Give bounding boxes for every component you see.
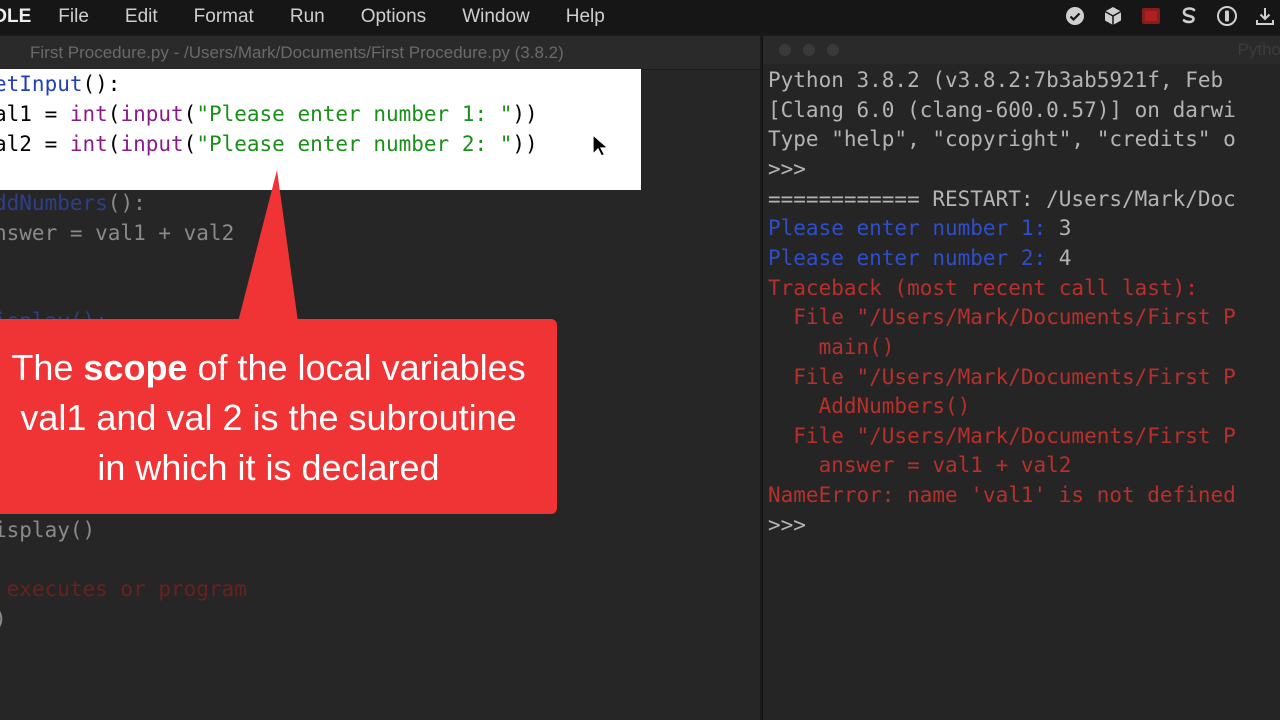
menu-help[interactable]: Help bbox=[566, 6, 605, 28]
menu-run[interactable]: Run bbox=[290, 6, 325, 28]
close-window-button[interactable] bbox=[779, 44, 791, 56]
val1-int: int bbox=[69, 102, 108, 126]
menu-options[interactable]: Options bbox=[361, 6, 426, 28]
addnumbers-paren: (): bbox=[107, 191, 146, 215]
val1-prompt-string: "Please enter number 1: " bbox=[196, 102, 513, 126]
status-icons bbox=[1064, 5, 1276, 27]
shell-line-text: answer = val1 + val2 bbox=[768, 453, 1072, 477]
callout-line-1: The scope of the local variables bbox=[0, 343, 557, 393]
record-icon[interactable] bbox=[1140, 5, 1162, 27]
shell-line-text: File "/Users/Mark/Documents/First P bbox=[768, 305, 1236, 329]
menu-edit[interactable]: Edit bbox=[125, 6, 158, 28]
code-line-comment: executes or program bbox=[0, 577, 247, 601]
shell-titlebar[interactable]: Pytho bbox=[763, 36, 1280, 64]
shell-line: ============ RESTART: /Users/Mark/Doc bbox=[768, 184, 1236, 214]
scope-callout: The scope of the local variables val1 an… bbox=[0, 319, 557, 514]
menu-format[interactable]: Format bbox=[194, 6, 254, 28]
shell-line: File "/Users/Mark/Documents/First P bbox=[768, 302, 1236, 332]
addnumbers-def-name: ddNumbers bbox=[0, 191, 108, 215]
val2-paren2: ( bbox=[183, 132, 197, 156]
shell-line: File "/Users/Mark/Documents/First P bbox=[768, 421, 1236, 451]
val1-close: )) bbox=[512, 102, 538, 126]
code-line-trailing: ) bbox=[0, 604, 7, 634]
getinput-def-name: etInput bbox=[0, 72, 83, 96]
download-icon[interactable] bbox=[1254, 5, 1276, 27]
shell-line: Type "help", "copyright", "credits" o bbox=[768, 124, 1236, 154]
callout-line-1-pre: The bbox=[11, 347, 84, 388]
val2-int: int bbox=[69, 132, 108, 156]
val2-input: input bbox=[120, 132, 184, 156]
shell-line-text: NameError: name 'val1' is not defined bbox=[768, 483, 1236, 507]
menu-bar: IDLE File Edit Format Run Options Window… bbox=[0, 0, 1280, 33]
shell-line: answer = val1 + val2 bbox=[768, 450, 1072, 480]
callout-line-2: val1 and val 2 is the subroutine bbox=[20, 397, 517, 438]
code-line-getinput-def: etInput(): bbox=[0, 69, 120, 99]
shell-line-text: Please enter number 1: bbox=[768, 216, 1059, 240]
val1-paren1: ( bbox=[107, 102, 121, 126]
minimize-window-button[interactable] bbox=[803, 44, 815, 56]
shell-line: [Clang 6.0 (clang-600.0.57)] on darwi bbox=[768, 95, 1236, 125]
callout-keyword-scope: scope bbox=[83, 347, 188, 388]
shell-prompt: >>> bbox=[768, 154, 806, 184]
getinput-paren: (): bbox=[82, 72, 121, 96]
val2-paren1: ( bbox=[107, 132, 121, 156]
shell-line: File "/Users/Mark/Documents/First P bbox=[768, 362, 1236, 392]
code-line-addnumbers: ddNumbers(): bbox=[0, 188, 146, 218]
shell-line-text: Type "help", "copyright", "credits" o bbox=[768, 127, 1236, 151]
shell-line: main() bbox=[768, 332, 895, 362]
zoom-window-button[interactable] bbox=[827, 44, 839, 56]
val2-close: )) bbox=[512, 132, 538, 156]
shell-prompt: >>> bbox=[768, 510, 806, 540]
val1-paren2: ( bbox=[183, 102, 197, 126]
menu-items: IDLE File Edit Format Run Options Window… bbox=[0, 0, 641, 33]
shell-window[interactable]: Pytho Python 3.8.2 (v3.8.2:7b3ab5921f, F… bbox=[762, 36, 1280, 720]
code-line-display-call: isplay() bbox=[0, 518, 96, 542]
val2-prompt-string: "Please enter number 2: " bbox=[196, 132, 513, 156]
shell-line-text: >>> bbox=[768, 513, 806, 537]
check-circle-icon[interactable] bbox=[1064, 5, 1086, 27]
circle-power-icon[interactable] bbox=[1216, 5, 1238, 27]
code-line-val1: al1 = int(input("Please enter number 1: … bbox=[0, 99, 538, 129]
editor-titlebar[interactable]: First Procedure.py - /Users/Mark/Documen… bbox=[0, 36, 760, 70]
shell-title: Pytho bbox=[1237, 40, 1280, 59]
shell-line-text: [Clang 6.0 (clang-600.0.57)] on darwi bbox=[768, 98, 1236, 122]
highlighted-code-snippet: etInput(): al1 = int(input("Please enter… bbox=[0, 69, 641, 190]
menu-file[interactable]: File bbox=[58, 6, 89, 28]
shell-line-text: Please enter number 2: bbox=[768, 246, 1059, 270]
val1-assign: al1 = bbox=[0, 102, 70, 126]
shell-line: AddNumbers() bbox=[768, 391, 971, 421]
callout-pointer bbox=[238, 170, 298, 322]
skype-s-icon[interactable] bbox=[1178, 5, 1200, 27]
code-line-val2: al2 = int(input("Please enter number 2: … bbox=[0, 129, 538, 159]
code-line-answer: nswer = val1 + val2 bbox=[0, 221, 235, 245]
val2-assign: al2 = bbox=[0, 132, 70, 156]
shell-line-text: Python 3.8.2 (v3.8.2:7b3ab5921f, Feb bbox=[768, 68, 1224, 92]
shell-line-text: main() bbox=[768, 335, 895, 359]
shell-line: NameError: name 'val1' is not defined bbox=[768, 480, 1236, 510]
shell-user-input: 3 bbox=[1058, 216, 1072, 240]
shell-line-text: ============ RESTART: /Users/Mark/Doc bbox=[768, 187, 1236, 211]
callout-line-1-post: of the local variables bbox=[187, 347, 526, 388]
shell-line-text: >>> bbox=[768, 157, 806, 181]
shell-line: Please enter number 1: 3 bbox=[768, 213, 1071, 243]
editor-title: First Procedure.py - /Users/Mark/Documen… bbox=[30, 43, 564, 62]
shell-line: Python 3.8.2 (v3.8.2:7b3ab5921f, Feb bbox=[768, 65, 1223, 95]
shell-line-text: Traceback (most recent call last): bbox=[768, 276, 1198, 300]
window-controls bbox=[779, 44, 839, 56]
menu-window[interactable]: Window bbox=[462, 6, 530, 28]
shell-line-text: File "/Users/Mark/Documents/First P bbox=[768, 424, 1236, 448]
shell-line: Traceback (most recent call last): bbox=[768, 273, 1198, 303]
callout-line-3: in which it is declared bbox=[97, 447, 440, 488]
shell-line-text: File "/Users/Mark/Documents/First P bbox=[768, 365, 1236, 389]
shell-line: Please enter number 2: 4 bbox=[768, 243, 1071, 273]
app-menu-idle[interactable]: IDLE bbox=[0, 6, 31, 28]
val1-input: input bbox=[120, 102, 184, 126]
shell-line-text: AddNumbers() bbox=[768, 394, 971, 418]
mouse-cursor-icon bbox=[592, 134, 608, 157]
shell-user-input: 4 bbox=[1058, 246, 1072, 270]
cube-icon[interactable] bbox=[1102, 5, 1124, 27]
